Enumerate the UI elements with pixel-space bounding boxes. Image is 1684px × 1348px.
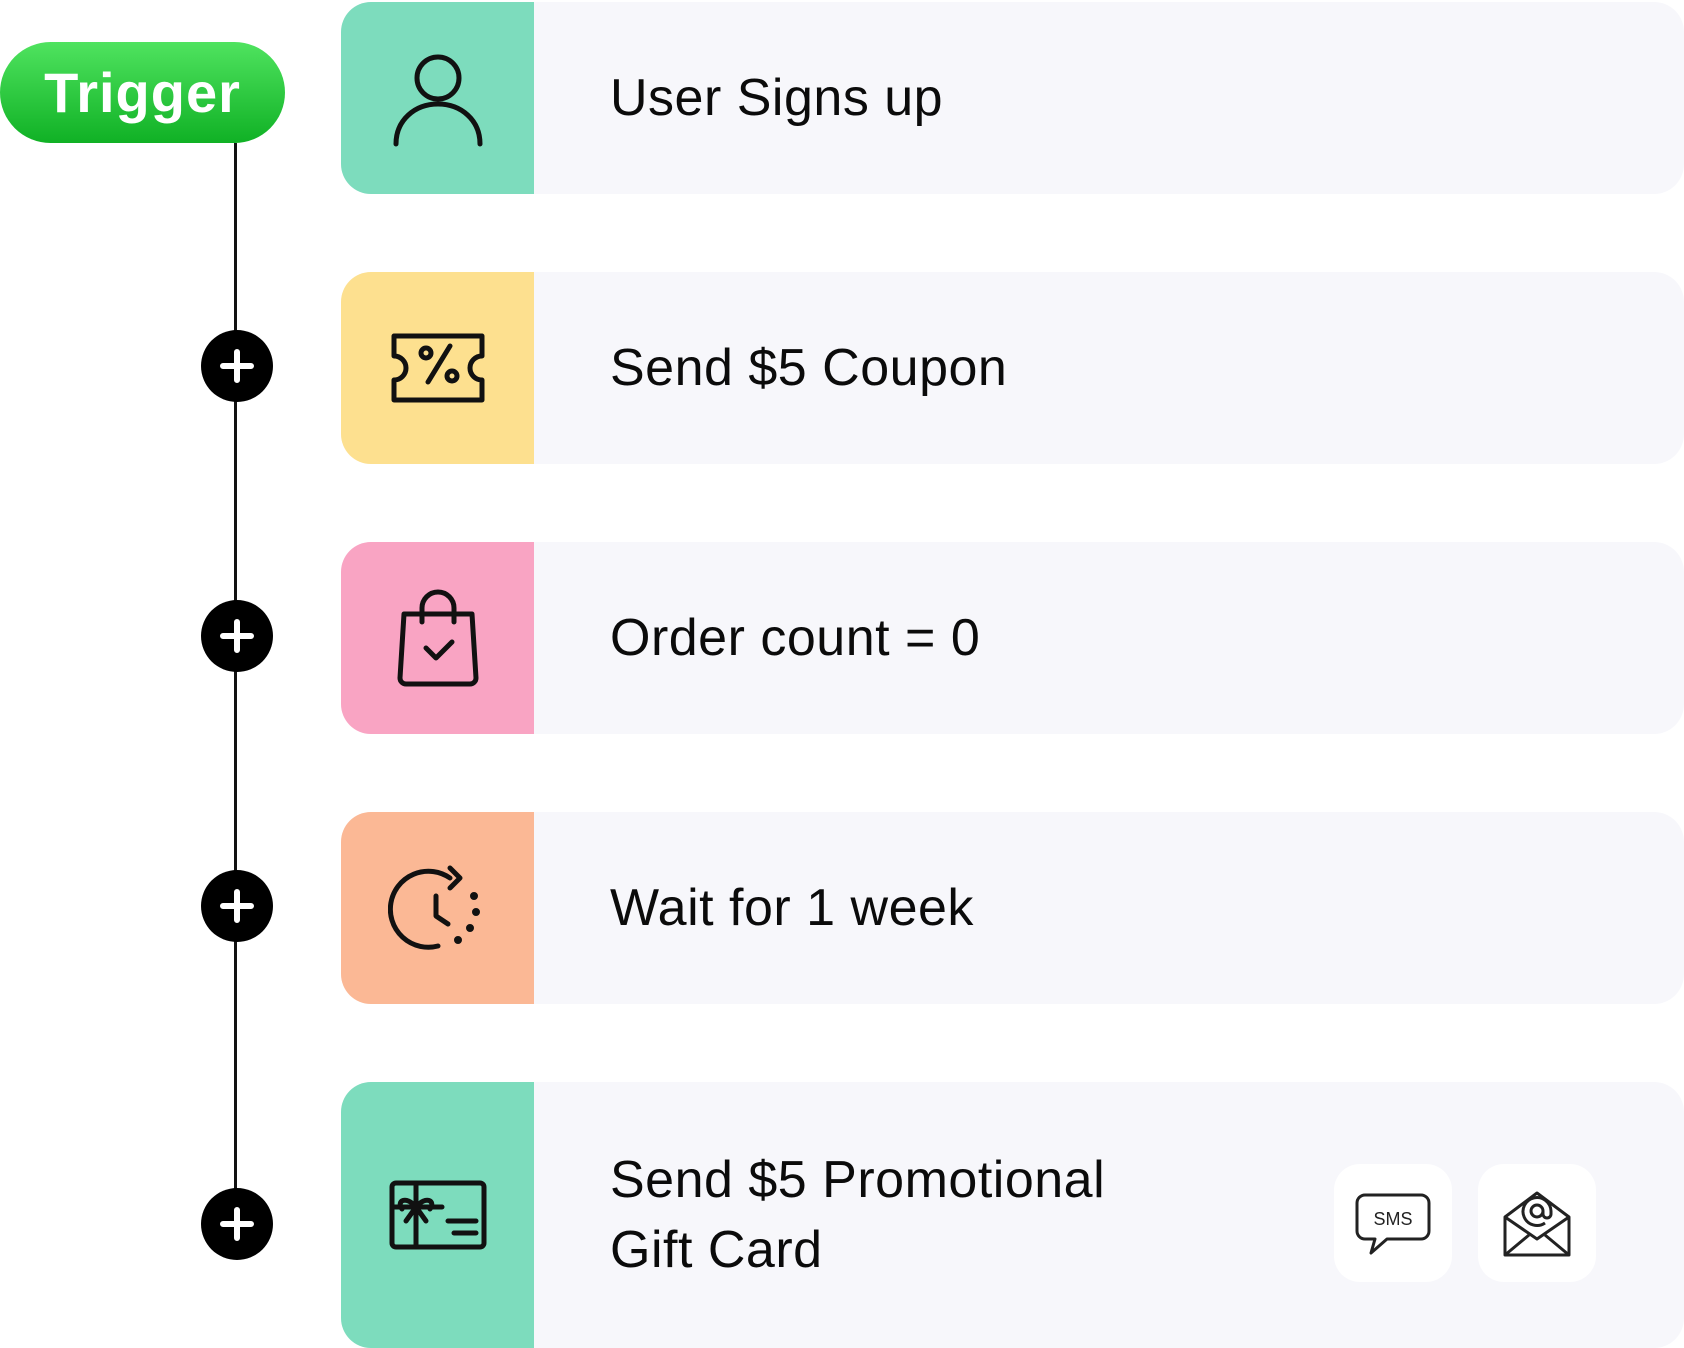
email-icon: [1503, 1191, 1571, 1257]
email-channel-button[interactable]: [1478, 1164, 1596, 1282]
automation-flow: Trigger User Signs up Send $5 Coupon Ord…: [0, 0, 1684, 1348]
channel-options: SMS: [1334, 1164, 1596, 1282]
trigger-pill[interactable]: Trigger: [0, 42, 285, 143]
step-icon-box: [341, 1082, 534, 1348]
gift-card-icon: [389, 1180, 486, 1250]
step-card-order-count[interactable]: Order count = 0: [341, 542, 1684, 734]
step-card-gift-card[interactable]: Send $5 Promotional Gift Card SMS: [341, 1082, 1684, 1348]
coupon-icon: [391, 333, 484, 403]
add-step-button[interactable]: [201, 330, 273, 402]
clock-wait-icon: [387, 865, 480, 950]
sms-icon: SMS: [1355, 1193, 1431, 1255]
step-icon-box: [341, 272, 534, 464]
step-card-user-signs-up[interactable]: User Signs up: [341, 2, 1684, 194]
step-label: Order count = 0: [610, 609, 981, 667]
shopping-bag-check-icon: [397, 589, 478, 687]
step-icon-box: [341, 812, 534, 1004]
sms-text: SMS: [1373, 1209, 1412, 1229]
step-icon-box: [341, 542, 534, 734]
step-label: Send $5 Promotional Gift Card: [610, 1151, 1106, 1279]
add-step-button[interactable]: [201, 600, 273, 672]
add-step-button[interactable]: [201, 1188, 273, 1260]
trigger-label: Trigger: [44, 61, 241, 124]
step-label: User Signs up: [610, 69, 944, 127]
step-icon-box: [341, 2, 534, 194]
sms-channel-button[interactable]: SMS: [1334, 1164, 1452, 1282]
user-icon: [393, 54, 482, 147]
step-card-wait[interactable]: Wait for 1 week: [341, 812, 1684, 1004]
step-label: Send $5 Coupon: [610, 339, 1008, 397]
flow-connector-line: [234, 143, 237, 1223]
plus-icon: [220, 889, 254, 923]
plus-icon: [220, 1207, 254, 1241]
add-step-button[interactable]: [201, 870, 273, 942]
plus-icon: [220, 619, 254, 653]
plus-icon: [220, 349, 254, 383]
step-card-send-coupon[interactable]: Send $5 Coupon: [341, 272, 1684, 464]
step-label: Wait for 1 week: [610, 879, 974, 937]
